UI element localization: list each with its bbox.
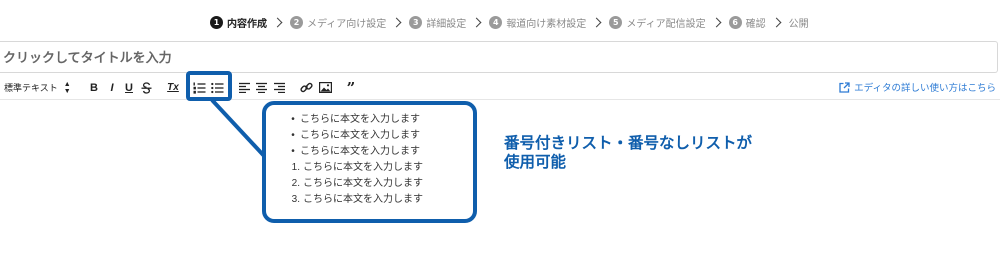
chevron-right-icon (591, 17, 602, 27)
step-number: 3 (409, 15, 423, 29)
align-center-button[interactable] (255, 80, 267, 95)
image-icon (318, 82, 332, 93)
select-arrows-icon: ▲ ▼ (63, 80, 71, 95)
align-left-icon (238, 82, 250, 93)
editor-help-link[interactable]: エディタの詳しい使い方はこちら (839, 80, 996, 94)
chevron-right-icon (391, 17, 402, 27)
step-detail-settings[interactable]: 3 詳細設定 (409, 15, 466, 30)
step-content-creation[interactable]: 1 内容作成 (210, 15, 267, 30)
link-icon (299, 82, 313, 93)
step-press-material-settings[interactable]: 4 報道向け素材設定 (489, 15, 586, 30)
list-number: 2. (291, 178, 300, 189)
step-label: メディア向け設定 (307, 18, 387, 30)
list-item: 2. こちらに本文を入力します (290, 176, 470, 192)
step-number: 2 (290, 15, 303, 29)
bullet-list-example: こちらに本文を入力します こちらに本文を入力します こちらに本文を入力します (290, 112, 470, 160)
step-label: 公開 (788, 18, 809, 30)
underline-button[interactable]: U (123, 80, 135, 95)
step-number: 5 (609, 15, 623, 29)
chevron-right-icon (471, 17, 482, 27)
progress-stepper: 1 内容作成 2 メディア向け設定 3 詳細設定 4 報道向け素材設定 5 メデ… (210, 13, 809, 31)
feature-description-line2: 使用可能 (504, 153, 567, 171)
step-publish[interactable]: 公開 (789, 15, 809, 30)
format-select-value: 標準テキスト (4, 83, 58, 93)
feature-description: 番号付きリスト・番号なしリストが 使用可能 (504, 134, 752, 172)
list-item-text: こちらに本文を入力します (303, 162, 423, 173)
list-number: 3. (291, 194, 300, 205)
list-item: こちらに本文を入力します (290, 112, 470, 128)
chevron-right-icon (771, 17, 782, 27)
chevron-right-icon (272, 17, 283, 27)
step-number: 1 (210, 15, 223, 29)
step-label: メディア配信設定 (626, 18, 706, 30)
align-right-button[interactable] (273, 80, 285, 95)
step-media-distribution[interactable]: 5 メディア配信設定 (609, 15, 706, 30)
step-number: 4 (489, 15, 503, 29)
strikethrough-button[interactable] (140, 80, 152, 95)
list-item-text: こちらに本文を入力します (303, 194, 423, 205)
insert-link-button[interactable] (299, 80, 313, 95)
step-media-settings[interactable]: 2 メディア向け設定 (290, 15, 386, 30)
strikethrough-icon (141, 81, 151, 94)
list-item: 1. こちらに本文を入力します (290, 160, 470, 176)
title-input[interactable] (0, 41, 998, 73)
clear-format-icon: Tx (167, 82, 179, 93)
step-label: 報道向け素材設定 (506, 18, 587, 30)
list-item: こちらに本文を入力します (290, 144, 470, 160)
clear-format-button[interactable]: Tx (166, 80, 180, 95)
insert-image-button[interactable] (318, 80, 332, 95)
italic-button[interactable]: I (106, 80, 118, 95)
step-label: 確認 (745, 18, 766, 30)
list-buttons-highlight (186, 71, 232, 101)
list-item: こちらに本文を入力します (290, 128, 470, 144)
step-label: 内容作成 (227, 18, 267, 30)
list-item: 3. こちらに本文を入力します (290, 192, 470, 208)
list-example-callout: こちらに本文を入力します こちらに本文を入力します こちらに本文を入力します 1… (262, 101, 477, 223)
blockquote-button[interactable]: ” (344, 79, 358, 97)
list-number: 1. (291, 162, 300, 173)
align-left-button[interactable] (238, 80, 250, 95)
step-confirm[interactable]: 6 確認 (728, 15, 766, 30)
align-right-icon (273, 82, 285, 93)
step-label: 詳細設定 (426, 18, 467, 30)
external-link-icon (839, 81, 850, 93)
chevron-right-icon (711, 17, 722, 27)
help-link-label: エディタの詳しい使い方はこちら (854, 83, 996, 94)
bold-button[interactable]: B (88, 80, 100, 95)
numbered-list-example: 1. こちらに本文を入力します 2. こちらに本文を入力します 3. こちらに本文を入… (290, 160, 470, 208)
list-item-text: こちらに本文を入力します (303, 178, 423, 189)
step-number: 6 (728, 15, 742, 29)
text-format-select[interactable]: 標準テキスト ▲ ▼ (4, 80, 74, 95)
align-center-icon (255, 82, 267, 93)
feature-description-line1: 番号付きリスト・番号なしリストが (504, 134, 753, 152)
